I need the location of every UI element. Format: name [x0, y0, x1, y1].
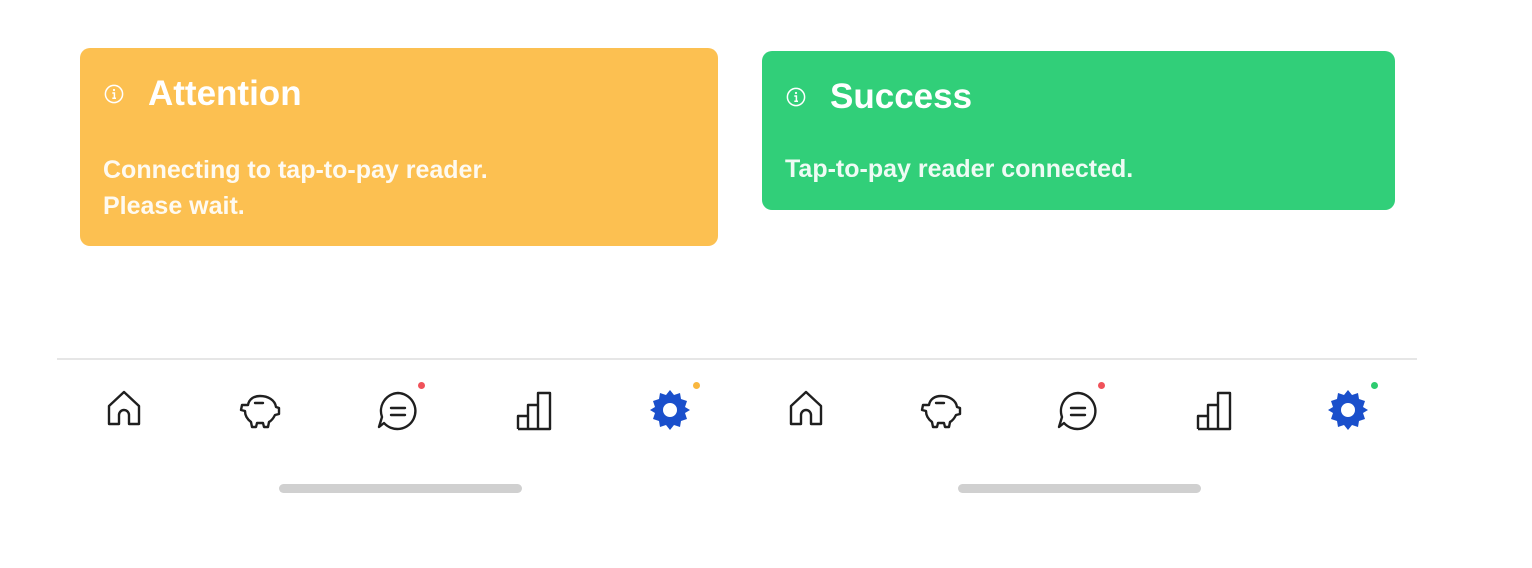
piggy-bank-icon	[239, 394, 281, 429]
success-banner: Success Tap-to-pay reader connected.	[762, 51, 1395, 210]
messages-badge	[1098, 382, 1105, 389]
nav-messages-button[interactable]	[376, 389, 420, 433]
gear-icon	[1328, 390, 1368, 430]
messages-badge	[418, 382, 425, 389]
screen-success: Success Tap-to-pay reader connected.	[740, 0, 1532, 568]
nav-home-button[interactable]	[784, 386, 828, 430]
nav-divider	[740, 358, 1417, 360]
nav-stats-button[interactable]	[1194, 389, 1238, 433]
banner-message: Connecting to tap-to-pay reader. Please …	[103, 156, 488, 220]
home-icon	[789, 390, 823, 426]
bar-chart-icon	[516, 391, 552, 431]
info-circle-icon	[786, 87, 806, 107]
nav-settings-button[interactable]	[648, 388, 692, 432]
banner-title: Attention	[148, 74, 302, 113]
nav-home-button[interactable]	[102, 386, 146, 430]
gear-icon	[650, 390, 690, 430]
banner-title: Success	[830, 77, 973, 116]
chat-icon	[1057, 391, 1097, 431]
nav-savings-button[interactable]	[919, 389, 963, 433]
nav-savings-button[interactable]	[238, 389, 282, 433]
screen-attention: Attention Connecting to tap-to-pay reade…	[0, 0, 740, 568]
home-indicator[interactable]	[279, 484, 522, 493]
nav-messages-button[interactable]	[1056, 389, 1100, 433]
home-icon	[107, 390, 141, 426]
nav-divider	[57, 358, 740, 360]
banner-header: Success	[786, 77, 972, 117]
nav-stats-button[interactable]	[514, 389, 558, 433]
chat-icon	[377, 391, 417, 431]
settings-badge	[1371, 382, 1378, 389]
settings-badge	[693, 382, 700, 389]
home-indicator[interactable]	[958, 484, 1201, 493]
piggy-bank-icon	[920, 394, 962, 429]
bar-chart-icon	[1196, 391, 1232, 431]
banner-header: Attention	[104, 74, 302, 114]
attention-banner: Attention Connecting to tap-to-pay reade…	[80, 48, 718, 246]
info-circle-icon	[104, 84, 124, 104]
nav-settings-button[interactable]	[1326, 388, 1370, 432]
banner-message: Tap-to-pay reader connected.	[785, 155, 1134, 183]
